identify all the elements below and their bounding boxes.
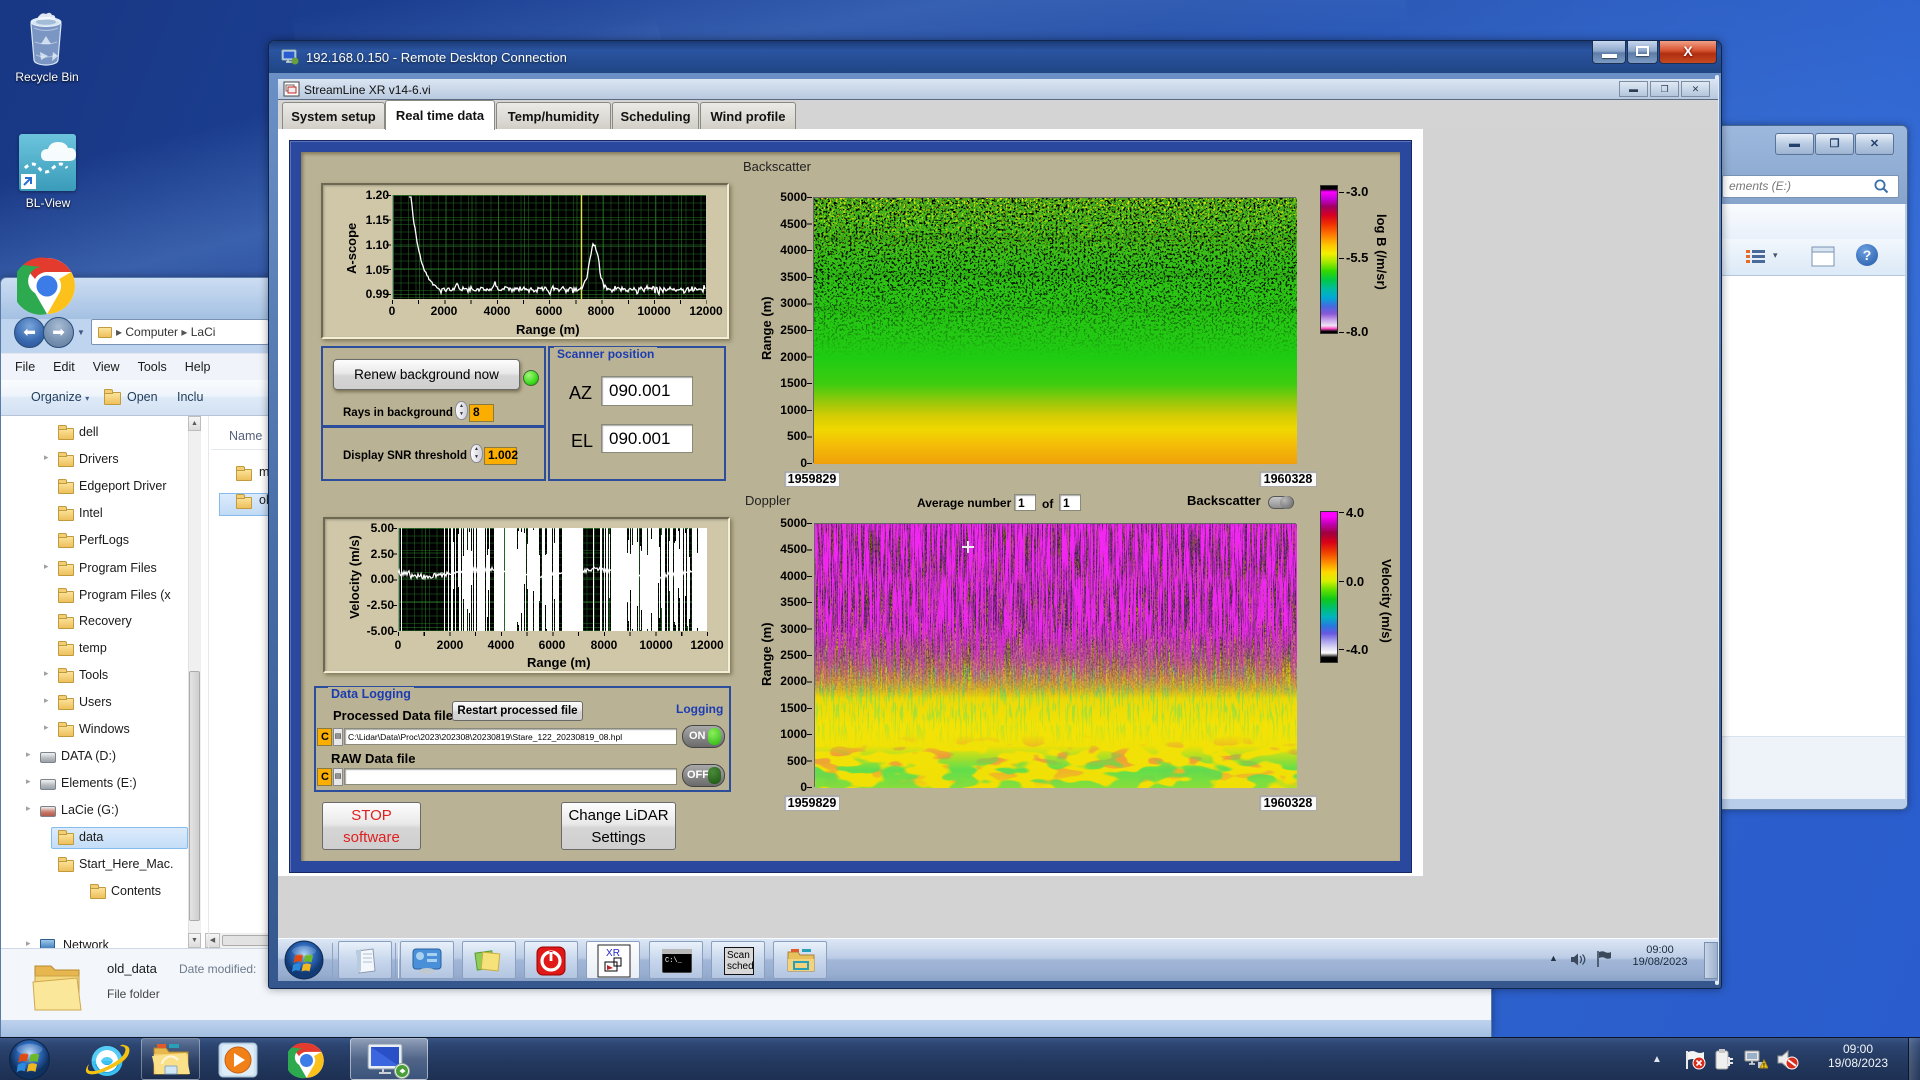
svg-text:!: ! [1763,1063,1765,1070]
svg-text:XR: XR [606,948,620,959]
svg-text:C:\_: C:\_ [665,957,683,965]
